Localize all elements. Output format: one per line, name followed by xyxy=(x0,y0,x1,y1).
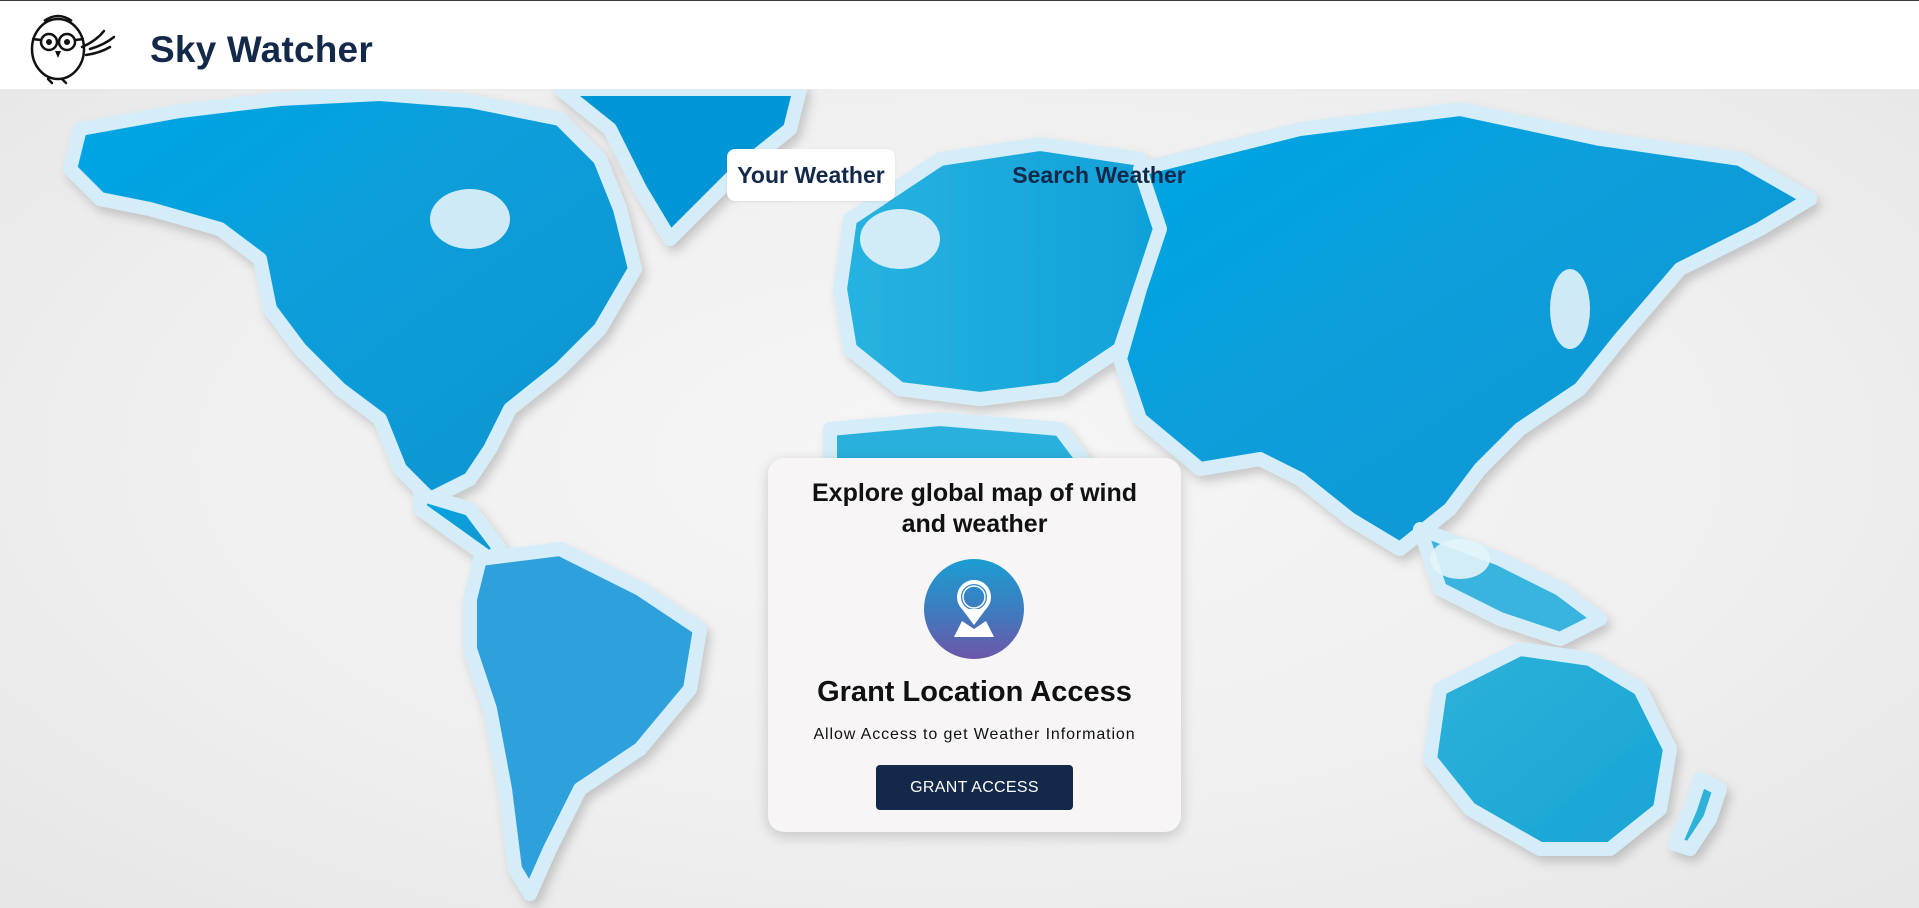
card-subtitle: Allow Access to get Weather Information xyxy=(813,726,1136,743)
location-pin-icon xyxy=(924,559,1024,659)
world-map-background: Your Weather Search Weather Explore glob… xyxy=(0,89,1919,908)
tab-search-weather[interactable]: Search Weather xyxy=(1002,149,1196,201)
card-title: Grant Location Access xyxy=(817,676,1132,708)
owl-logo-icon[interactable] xyxy=(24,9,118,85)
app-header: Sky Watcher xyxy=(0,1,1919,89)
tab-your-weather[interactable]: Your Weather xyxy=(727,149,895,201)
grant-access-button[interactable]: GRANT ACCESS xyxy=(876,765,1073,810)
app-title: Sky Watcher xyxy=(150,29,373,70)
card-heading: Explore global map of wind and weather xyxy=(811,479,1138,538)
grant-location-card: Explore global map of wind and weather G… xyxy=(768,458,1181,832)
